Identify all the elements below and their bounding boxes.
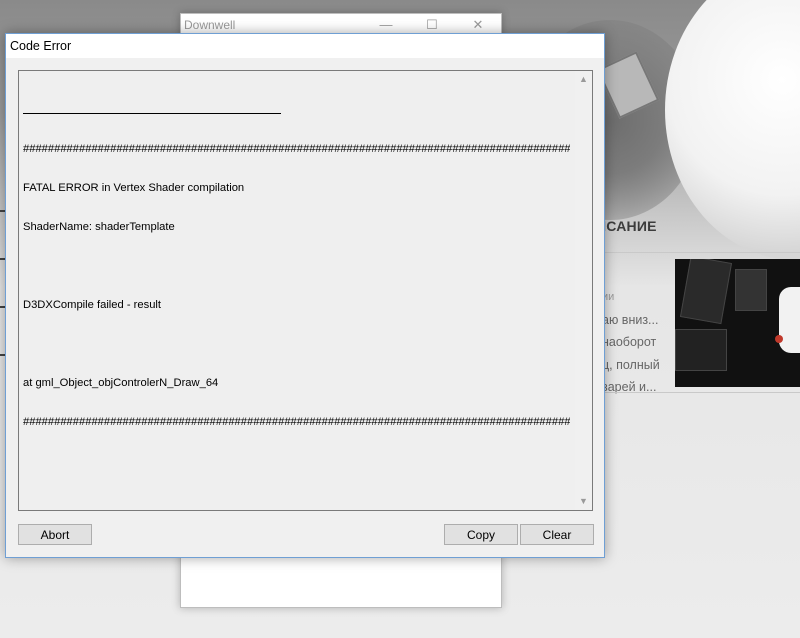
background-desc-muted: ии: [602, 291, 615, 303]
background-divider: [596, 392, 800, 393]
error-hash-line: ########################################…: [23, 143, 570, 155]
dialog-titlebar[interactable]: Code Error: [6, 34, 604, 58]
thumbnail-rock: [679, 259, 733, 325]
error-text-content: ########################################…: [23, 85, 570, 508]
downwell-title: Downwell: [184, 18, 236, 32]
background-desc-line: наоборот: [602, 335, 657, 349]
error-hash-line: ########################################…: [23, 416, 570, 428]
error-text-area[interactable]: ########################################…: [18, 70, 593, 511]
error-line: at gml_Object_objControlerN_Draw_64: [23, 377, 219, 389]
error-line: D3DXCompile failed - result: [23, 299, 162, 311]
background-section-title: ИСАНИЕ: [596, 218, 657, 234]
copy-button[interactable]: Copy: [444, 524, 518, 545]
background-divider: [596, 252, 800, 253]
thumbnail-character: [779, 287, 800, 353]
background-desc-line: аю вниз...: [602, 312, 659, 327]
background-description: ии аю вниз... наоборот ц, полный зарей и…: [602, 286, 672, 399]
clear-button[interactable]: Clear: [520, 524, 594, 545]
error-line: ShaderName: shaderTemplate: [23, 221, 175, 233]
thumbnail-detail: [775, 335, 783, 343]
text-rule-divider: [23, 113, 281, 114]
error-line: [23, 338, 570, 351]
abort-button[interactable]: Abort: [18, 524, 92, 545]
vertical-scrollbar[interactable]: ▲ ▼: [575, 71, 592, 510]
error-line: FATAL ERROR in Vertex Shader compilation: [23, 182, 245, 194]
game-screenshot-thumbnail[interactable]: [675, 259, 800, 387]
scroll-down-arrow-icon[interactable]: ▼: [575, 493, 592, 510]
thumbnail-rock: [675, 329, 727, 371]
background-desc-line: зарей и...: [602, 380, 657, 394]
background-art-light: [665, 0, 800, 260]
error-line: [23, 260, 570, 273]
dialog-title: Code Error: [10, 39, 72, 53]
background-desc-line: ц, полный: [602, 357, 660, 372]
code-error-dialog: Code Error #############################…: [5, 33, 605, 558]
scroll-up-arrow-icon[interactable]: ▲: [575, 71, 592, 88]
thumbnail-rock: [735, 269, 767, 311]
